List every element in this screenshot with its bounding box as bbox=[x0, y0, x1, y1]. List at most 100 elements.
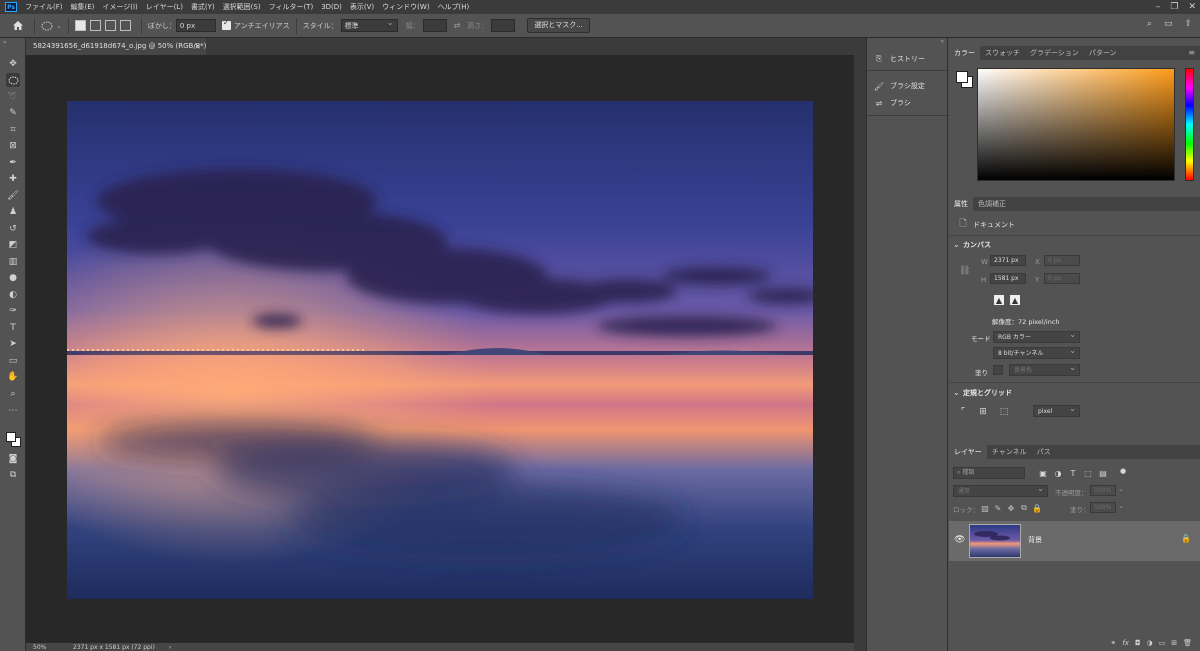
screen-mode-icon[interactable]: ⧉ bbox=[6, 468, 20, 482]
style-select[interactable]: 標準 bbox=[340, 18, 398, 32]
history-brush-tool-icon[interactable]: ↺ bbox=[6, 222, 20, 236]
filter-smart-object-icon[interactable]: ▤ bbox=[1097, 467, 1109, 479]
color-swatches[interactable] bbox=[4, 429, 22, 449]
menu-help[interactable]: ヘルプ(H) bbox=[434, 2, 474, 12]
tab-adjustments[interactable]: 色調補正 bbox=[973, 197, 1011, 211]
marquee-preset-icon[interactable]: ⌄ bbox=[41, 21, 62, 31]
share-icon[interactable]: ⇪ bbox=[1184, 19, 1192, 29]
type-tool-icon[interactable]: T bbox=[6, 321, 20, 335]
tab-color[interactable]: カラー bbox=[949, 46, 980, 60]
frame-tool-icon[interactable]: ⊠ bbox=[6, 139, 20, 153]
dodge-tool-icon[interactable]: ◐ bbox=[6, 288, 20, 302]
hand-tool-icon[interactable]: ✋ bbox=[6, 370, 20, 384]
restore-icon[interactable]: ❐ bbox=[1170, 2, 1178, 12]
hue-slider[interactable] bbox=[1185, 68, 1194, 181]
healing-brush-tool-icon[interactable]: ✚ bbox=[6, 172, 20, 186]
minimize-icon[interactable]: – bbox=[1156, 2, 1161, 12]
adjustment-layer-icon[interactable]: ◑ bbox=[1147, 639, 1153, 651]
path-selection-tool-icon[interactable]: ➤ bbox=[6, 337, 20, 351]
gradient-tool-icon[interactable]: ▥ bbox=[6, 255, 20, 269]
rectangle-tool-icon[interactable]: ▭ bbox=[6, 354, 20, 368]
layer-filter-input[interactable]: ⌕ 種類 bbox=[953, 467, 1025, 479]
canvas-width-input[interactable]: 2371 px bbox=[990, 255, 1026, 266]
landscape-orientation-icon[interactable]: ▲ bbox=[1010, 295, 1020, 305]
lock-artboard-icon[interactable]: ⧉ bbox=[1018, 502, 1030, 514]
eyedropper-tool-icon[interactable]: ✒ bbox=[6, 156, 20, 170]
menu-filter[interactable]: フィルター(T) bbox=[265, 2, 318, 12]
canvas-y-input[interactable]: 0 px bbox=[1044, 273, 1080, 284]
add-mask-icon[interactable]: ◘ bbox=[1135, 639, 1141, 651]
link-layers-icon[interactable]: ⚭ bbox=[1110, 639, 1116, 651]
panel-menu-icon[interactable]: ≡ bbox=[1188, 46, 1195, 60]
color-foreground-swatch[interactable] bbox=[956, 71, 968, 83]
more-tools-icon[interactable]: ⋯ bbox=[6, 404, 20, 418]
layer-name[interactable]: 背景 bbox=[1028, 535, 1042, 545]
menu-window[interactable]: ウィンドウ(W) bbox=[378, 2, 433, 12]
fx-icon[interactable]: fx bbox=[1122, 639, 1129, 651]
collapse-panels-icon[interactable]: « bbox=[940, 38, 944, 45]
brush-settings-panel-button[interactable]: 🖌 ブラシ設定 bbox=[873, 79, 925, 93]
blend-mode-select[interactable]: 通常 bbox=[953, 484, 1048, 497]
menu-select[interactable]: 選択範囲(S) bbox=[219, 2, 265, 12]
layer-row-background[interactable]: 👁 背景 🔒 bbox=[949, 521, 1200, 561]
canvas-area[interactable] bbox=[26, 55, 854, 643]
filter-pixel-icon[interactable]: ▣ bbox=[1037, 467, 1049, 479]
blur-tool-icon[interactable]: ● bbox=[6, 271, 20, 285]
menu-file[interactable]: ファイル(F) bbox=[21, 2, 67, 12]
ruler-icon[interactable]: ⌜ bbox=[957, 406, 969, 418]
tab-properties[interactable]: 属性 bbox=[949, 197, 973, 211]
subtract-selection-icon[interactable] bbox=[104, 20, 116, 31]
fill-color-swatch[interactable] bbox=[993, 365, 1003, 375]
filter-toggle-icon[interactable]: ● bbox=[1117, 465, 1129, 477]
zoom-tool-icon[interactable]: ⌕ bbox=[6, 387, 20, 401]
foreground-color-swatch[interactable] bbox=[6, 432, 16, 442]
tab-layers[interactable]: レイヤー bbox=[949, 445, 987, 459]
lasso-tool-icon[interactable]: ➰ bbox=[6, 90, 20, 104]
tab-patterns[interactable]: パターン bbox=[1084, 46, 1122, 60]
document-tab[interactable]: 5824391656_d61918d674_o.jpg @ 50% (RGB/8… bbox=[26, 38, 206, 55]
portrait-orientation-icon[interactable]: ▲ bbox=[994, 295, 1004, 305]
marquee-tool-icon[interactable] bbox=[6, 73, 20, 87]
new-selection-icon[interactable] bbox=[74, 20, 86, 31]
lock-image-icon[interactable]: ✎ bbox=[992, 502, 1004, 514]
add-selection-icon[interactable] bbox=[89, 20, 101, 31]
zoom-level[interactable]: 50% bbox=[33, 644, 67, 651]
rulers-collapse-icon[interactable]: ⌄ bbox=[953, 388, 960, 397]
tab-swatches[interactable]: スウォッチ bbox=[980, 46, 1025, 60]
clone-stamp-tool-icon[interactable]: ♟ bbox=[6, 205, 20, 219]
feather-input[interactable]: 0 px bbox=[175, 19, 216, 32]
lock-transparent-icon[interactable]: ▨ bbox=[979, 502, 991, 514]
brush-tool-icon[interactable]: 🖌 bbox=[6, 189, 20, 203]
canvas-collapse-icon[interactable]: ⌄ bbox=[953, 240, 960, 249]
menu-edit[interactable]: 編集(E) bbox=[67, 2, 99, 12]
menu-layer[interactable]: レイヤー(L) bbox=[142, 2, 187, 12]
close-tab-icon[interactable]: × bbox=[194, 38, 201, 55]
menu-type[interactable]: 書式(Y) bbox=[187, 2, 219, 12]
grid-icon[interactable]: ⊞ bbox=[977, 406, 989, 418]
canvas-x-input[interactable]: 0 px bbox=[1044, 255, 1080, 266]
height-input[interactable] bbox=[491, 19, 516, 32]
new-layer-icon[interactable]: ⊞ bbox=[1171, 639, 1177, 651]
tab-gradients[interactable]: グラデーション bbox=[1025, 46, 1084, 60]
opacity-arrow-icon[interactable]: ⌄ bbox=[1118, 485, 1124, 493]
color-picker-field[interactable] bbox=[977, 68, 1175, 181]
color-mode-select[interactable]: RGB カラー bbox=[993, 330, 1080, 343]
color-fg-bg-swatches[interactable] bbox=[955, 70, 975, 90]
intersect-selection-icon[interactable] bbox=[119, 20, 131, 31]
status-menu-arrow-icon[interactable]: › bbox=[169, 644, 171, 651]
lock-all-icon[interactable]: 🔒 bbox=[1031, 502, 1043, 514]
quick-mask-icon[interactable]: ◙ bbox=[6, 452, 20, 466]
home-icon[interactable] bbox=[8, 20, 28, 31]
ruler-unit-select[interactable]: pixel bbox=[1033, 404, 1080, 417]
close-window-icon[interactable]: ✕ bbox=[1188, 2, 1196, 12]
filter-type-icon[interactable]: T bbox=[1067, 467, 1079, 479]
filter-adjustment-icon[interactable]: ◑ bbox=[1052, 467, 1064, 479]
antialias-checkbox[interactable] bbox=[221, 18, 231, 30]
eraser-tool-icon[interactable]: ◩ bbox=[6, 238, 20, 252]
width-input[interactable] bbox=[422, 19, 447, 32]
tab-paths[interactable]: パス bbox=[1032, 445, 1056, 459]
swap-icon[interactable]: ⇄ bbox=[454, 21, 461, 30]
crop-tool-icon[interactable]: ⌗ bbox=[6, 123, 20, 137]
tab-channels[interactable]: チャンネル bbox=[987, 445, 1032, 459]
opacity-input[interactable]: 100% bbox=[1090, 485, 1116, 496]
